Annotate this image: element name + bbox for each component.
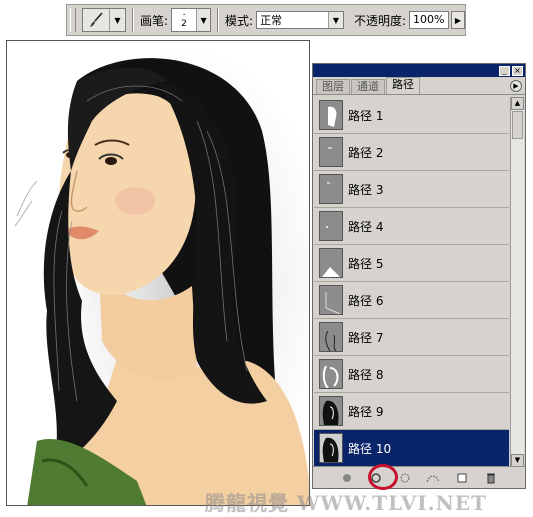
- mode-label: 模式:: [225, 13, 254, 28]
- path-name: 路径 3: [348, 182, 384, 197]
- path-name: 路径 7: [348, 330, 384, 345]
- tab-layers[interactable]: 图层: [316, 79, 350, 94]
- chevron-down-icon[interactable]: ▼: [328, 12, 343, 28]
- brush-tool-icon: [83, 9, 109, 31]
- path-row[interactable]: 路径 8: [314, 356, 509, 393]
- new-path-icon[interactable]: [454, 470, 470, 486]
- chevron-down-icon[interactable]: ▼: [109, 9, 125, 31]
- path-name: 路径 4: [348, 219, 384, 234]
- paths-panel: _ × 图层 通道 路径 ▶ 路径 1 路径 2 路径 3 路径 4 路径 5: [312, 63, 526, 489]
- path-row[interactable]: 路径 3: [314, 171, 509, 208]
- load-selection-icon[interactable]: [397, 470, 413, 486]
- brush-picker[interactable]: · 2 ▼: [171, 8, 212, 32]
- panel-footer: [313, 466, 525, 488]
- path-thumbnail: [319, 396, 343, 426]
- path-row[interactable]: 路径 1: [314, 97, 509, 134]
- path-thumbnail: [319, 248, 343, 278]
- path-name: 路径 8: [348, 367, 384, 382]
- path-thumbnail: [319, 433, 343, 463]
- path-name: 路径 9: [348, 404, 384, 419]
- path-row-selected[interactable]: 路径 10: [314, 430, 509, 467]
- path-thumbnail: [319, 322, 343, 352]
- path-thumbnail: [319, 285, 343, 315]
- path-thumbnail: [319, 137, 343, 167]
- minimize-icon[interactable]: _: [499, 65, 510, 76]
- path-name: 路径 10: [348, 441, 392, 456]
- tool-preset-picker[interactable]: ▼: [82, 8, 126, 32]
- watermark: 腾龍視覺 WWW.TLVI.NET: [205, 491, 488, 515]
- close-icon[interactable]: ×: [512, 65, 523, 76]
- path-row[interactable]: 路径 2: [314, 134, 509, 171]
- path-name: 路径 5: [348, 256, 384, 271]
- opacity-label: 不透明度:: [354, 13, 407, 28]
- path-name: 路径 6: [348, 293, 384, 308]
- path-row[interactable]: 路径 9: [314, 393, 509, 430]
- path-row[interactable]: 路径 4: [314, 208, 509, 245]
- toolbar-grip[interactable]: [70, 8, 76, 32]
- separator: [217, 8, 220, 32]
- mode-select[interactable]: 正常 ▼: [256, 11, 344, 29]
- options-bar: ▼ 画笔: · 2 ▼ 模式: 正常 ▼ 不透明度: 100% ▶: [66, 4, 466, 36]
- scroll-up-icon[interactable]: ▲: [511, 97, 524, 110]
- scroll-thumb[interactable]: [512, 111, 523, 139]
- chevron-down-icon[interactable]: ▼: [196, 9, 211, 31]
- delete-path-icon[interactable]: [483, 470, 499, 486]
- paths-list: 路径 1 路径 2 路径 3 路径 4 路径 5 路径 6 路径 7 路径 8: [314, 97, 509, 467]
- chevron-right-icon[interactable]: ▶: [451, 11, 465, 29]
- path-name: 路径 1: [348, 108, 384, 123]
- path-row[interactable]: 路径 7: [314, 319, 509, 356]
- path-thumbnail: [319, 211, 343, 241]
- tab-channels[interactable]: 通道: [351, 79, 385, 94]
- brush-size-value: · 2: [181, 9, 187, 29]
- tab-paths[interactable]: 路径: [386, 77, 420, 94]
- portrait-illustration: [14, 51, 309, 505]
- panel-tabs: 图层 通道 路径 ▶: [313, 77, 525, 95]
- path-thumbnail: [319, 100, 343, 130]
- path-row[interactable]: 路径 5: [314, 245, 509, 282]
- make-work-path-icon[interactable]: [425, 470, 441, 486]
- path-row[interactable]: 路径 6: [314, 282, 509, 319]
- fill-path-icon[interactable]: [339, 470, 355, 486]
- opacity-input[interactable]: 100%: [409, 11, 450, 29]
- path-name: 路径 2: [348, 145, 384, 160]
- path-thumbnail: [319, 174, 343, 204]
- panel-titlebar[interactable]: _ ×: [313, 64, 525, 77]
- brush-label: 画笔:: [140, 13, 169, 28]
- document-canvas[interactable]: [6, 40, 310, 506]
- path-thumbnail: [319, 359, 343, 389]
- panel-menu-icon[interactable]: ▶: [510, 80, 522, 92]
- panel-scrollbar[interactable]: ▲ ▼: [510, 97, 524, 467]
- separator: [132, 8, 134, 32]
- mode-value: 正常: [260, 14, 283, 27]
